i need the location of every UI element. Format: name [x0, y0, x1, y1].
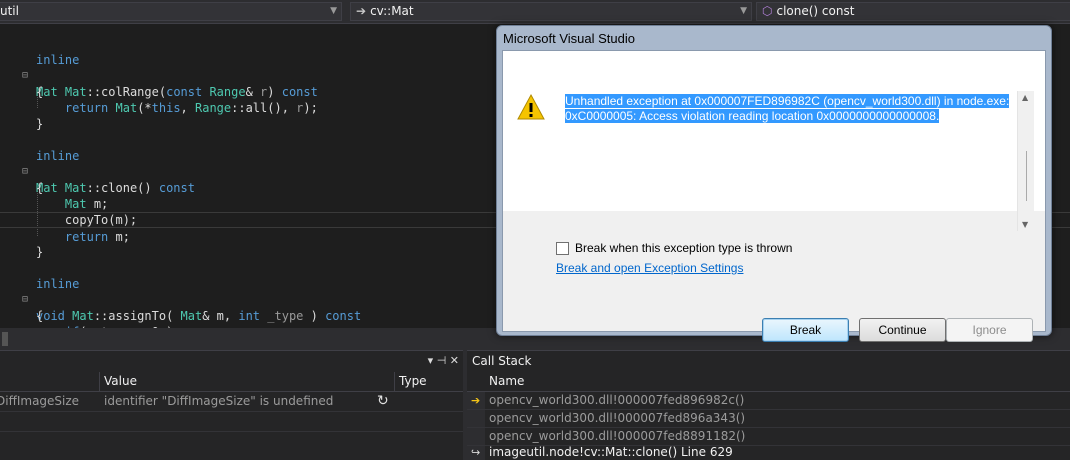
- watch-column-headers: Value Type: [0, 372, 463, 392]
- watch-panel-header: ▾ ⊣ ✕: [0, 351, 463, 372]
- message-scrollbar[interactable]: ▲ ▼: [1017, 91, 1034, 231]
- column-header-value[interactable]: Value: [100, 372, 137, 391]
- scope-dropdown[interactable]: ➔ cv::Mat ▼: [350, 2, 752, 21]
- code-text: }: [36, 117, 44, 131]
- exception-message-line-2: 0xC0000005: Access violation reading loc…: [565, 109, 940, 123]
- list-item[interactable]: ↪ imageutil.node!cv::Mat::clone() Line 6…: [467, 444, 1070, 460]
- scroll-down-icon[interactable]: ▼: [1022, 220, 1028, 229]
- call-stack-title: Call Stack: [472, 354, 532, 368]
- panel-window-buttons[interactable]: ▾ ⊣ ✕: [428, 351, 459, 371]
- chevron-down-icon: ▼: [740, 6, 747, 16]
- frame-name[interactable]: imageutil.node!cv::Mat::clone() Line 629: [489, 444, 733, 460]
- chevron-down-icon: ▼: [330, 6, 337, 16]
- current-frame-arrow-icon: ➔: [471, 394, 481, 407]
- scope-dropdown-value: cv::Mat: [370, 4, 414, 18]
- scrollbar-thumb[interactable]: [2, 332, 8, 346]
- frame-name[interactable]: opencv_world300.dll!000007fed896a343(): [489, 410, 745, 427]
- frame-name[interactable]: opencv_world300.dll!000007fed8891182(): [489, 428, 745, 445]
- exception-message-line-1: Unhandled exception at 0x000007FED896982…: [565, 94, 1010, 108]
- list-item[interactable]: opencv_world300.dll!000007fed896a343(): [467, 410, 1070, 428]
- list-item[interactable]: ➔ opencv_world300.dll!000007fed896982c(): [467, 392, 1070, 410]
- table-row[interactable]: DiffImageSize identifier "DiffImageSize"…: [0, 392, 463, 412]
- arrow-right-icon: ➔: [356, 4, 367, 18]
- dialog-body: Unhandled exception at 0x000007FED896982…: [502, 50, 1046, 342]
- exception-dialog: Microsoft Visual Studio Unhandled except…: [496, 25, 1052, 342]
- break-on-exception-checkbox[interactable]: [556, 242, 569, 255]
- exception-settings-link[interactable]: Break and open Exception Settings: [556, 261, 743, 275]
- column-header-name[interactable]: Name: [485, 372, 524, 391]
- column-divider[interactable]: [99, 372, 100, 392]
- call-stack-panel: Call Stack Name ➔ opencv_world300.dll!00…: [467, 350, 1070, 460]
- watch-name-cell[interactable]: DiffImageSize: [0, 392, 96, 411]
- member-dropdown[interactable]: ⬡ clone() const: [756, 2, 1070, 21]
- warning-icon: [517, 93, 545, 120]
- column-divider[interactable]: [394, 372, 395, 392]
- message-area: Unhandled exception at 0x000007FED896982…: [503, 51, 1045, 211]
- watch-panel: ▾ ⊣ ✕ Value Type DiffImageSize identifie…: [0, 350, 463, 460]
- table-row[interactable]: [0, 412, 463, 432]
- ignore-button[interactable]: Ignore: [946, 318, 1033, 342]
- project-dropdown-value: util: [0, 4, 19, 18]
- dialog-title: Microsoft Visual Studio: [503, 31, 635, 46]
- method-icon: ⬡: [762, 4, 773, 18]
- code-text: }: [36, 245, 44, 259]
- refresh-icon[interactable]: ↻: [377, 392, 389, 411]
- watch-value-cell[interactable]: identifier "DiffImageSize" is undefined: [104, 392, 374, 411]
- return-arrow-icon: ↪: [471, 446, 481, 459]
- scrollbar-track: [1026, 151, 1027, 201]
- break-button[interactable]: Break: [762, 318, 849, 342]
- project-dropdown[interactable]: util ▼: [0, 2, 342, 21]
- scroll-up-icon[interactable]: ▲: [1022, 93, 1028, 102]
- continue-button[interactable]: Continue: [859, 318, 946, 342]
- checkbox-label[interactable]: Break when this exception type is thrown: [575, 241, 792, 255]
- column-header-type[interactable]: Type: [395, 372, 427, 391]
- exception-message[interactable]: Unhandled exception at 0x000007FED896982…: [565, 94, 1015, 124]
- frame-name[interactable]: opencv_world300.dll!000007fed896982c(): [489, 392, 744, 409]
- call-stack-column-header: Name: [467, 372, 1070, 392]
- member-dropdown-value: clone() const: [776, 4, 855, 18]
- navigation-bar: util ▼ ➔ cv::Mat ▼ ⬡ clone() const: [0, 0, 1070, 24]
